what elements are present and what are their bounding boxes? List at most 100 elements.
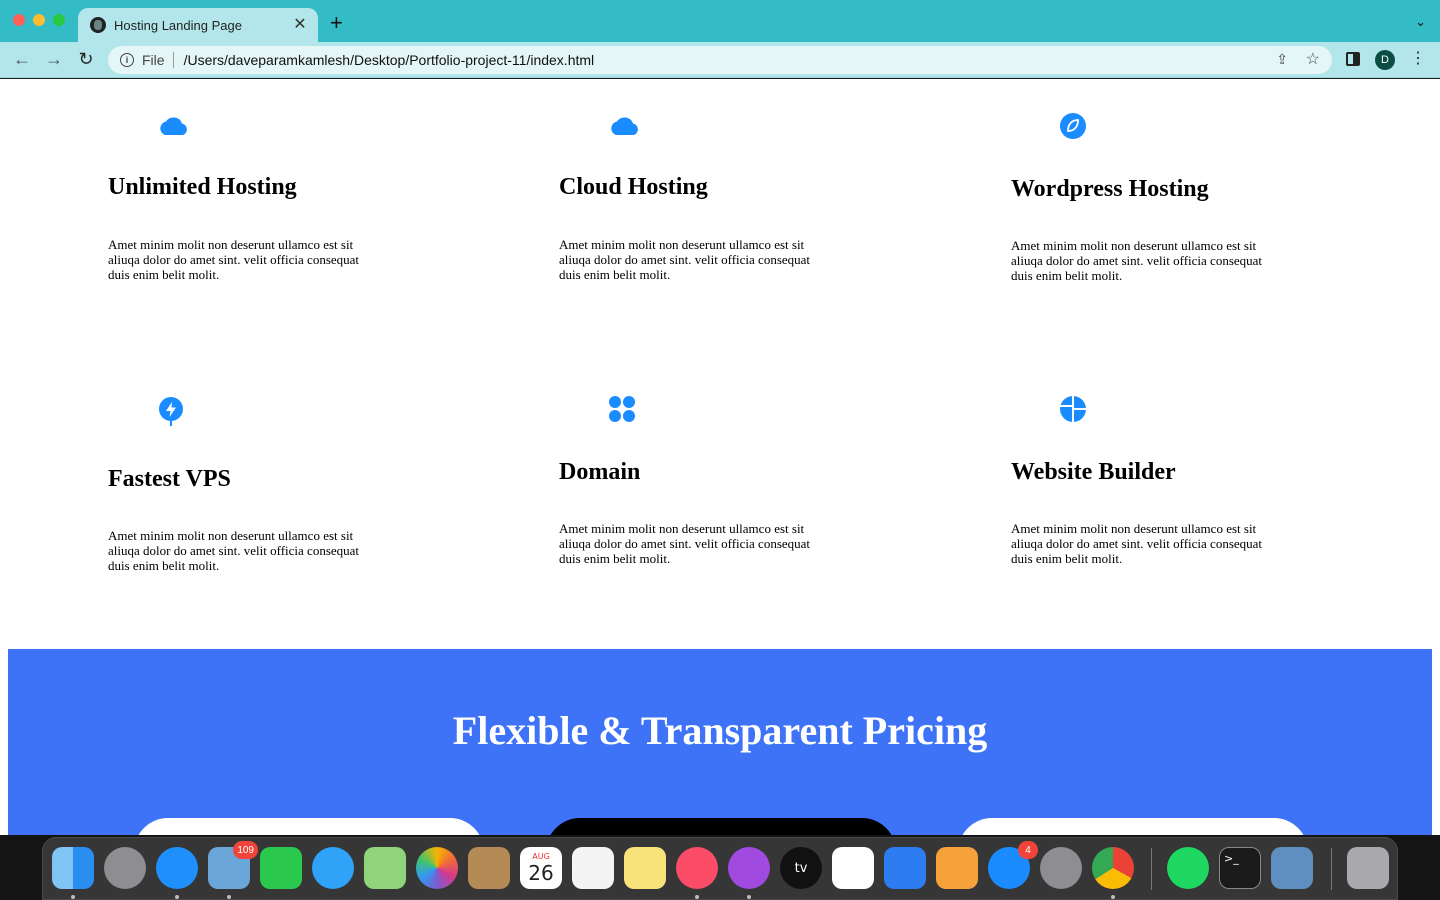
- apple-tv-icon[interactable]: tv: [780, 847, 822, 889]
- feature-card-domain: Domain: [559, 459, 839, 486]
- feature-description: Amet minim molit non deserunt ullamco es…: [559, 521, 811, 566]
- pricing-section: Flexible & Transparent Pricing: [8, 649, 1432, 835]
- contacts-icon[interactable]: [468, 847, 510, 889]
- running-indicator: [695, 895, 699, 899]
- podcasts-icon[interactable]: [728, 847, 770, 889]
- back-button[interactable]: ←: [10, 48, 34, 70]
- feature-title: Website Builder: [1011, 459, 1176, 485]
- bolt-pin-icon: [159, 397, 183, 426]
- bookmark-star-icon[interactable]: ☆: [1306, 49, 1320, 69]
- feature-description: Amet minim molit non deserunt ullamco es…: [108, 528, 360, 573]
- dock-separator: [1331, 848, 1332, 890]
- system-preferences-icon[interactable]: [1040, 847, 1082, 889]
- globe-icon: [90, 17, 106, 33]
- feature-description-wrap: Amet minim molit non deserunt ullamco es…: [559, 237, 839, 282]
- cloud-icon: [611, 117, 638, 135]
- feature-description: Amet minim molit non deserunt ullamco es…: [1011, 521, 1263, 566]
- launchpad-icon[interactable]: [104, 847, 146, 889]
- terminal-prompt: >_: [1224, 852, 1239, 865]
- feature-card-wordpress-hosting: Wordpress Hosting: [1011, 176, 1291, 203]
- finder-icon[interactable]: [52, 847, 94, 889]
- feature-description-wrap: Amet minim molit non deserunt ullamco es…: [1011, 238, 1291, 283]
- numbers-icon[interactable]: [832, 847, 874, 889]
- pages-icon[interactable]: [936, 847, 978, 889]
- feature-title: Cloud Hosting: [559, 174, 708, 200]
- running-indicator: [227, 895, 231, 899]
- keynote-icon[interactable]: [884, 847, 926, 889]
- cloud-icon: [160, 117, 187, 135]
- reload-button[interactable]: ↻: [74, 48, 98, 70]
- leaf-icon: [1060, 113, 1086, 139]
- url-text[interactable]: /Users/daveparamkamlesh/Desktop/Portfoli…: [184, 52, 595, 68]
- browser-toolbar: ← → ↻ i File /Users/daveparamkamlesh/Des…: [0, 42, 1440, 78]
- feature-description-wrap: Amet minim molit non deserunt ullamco es…: [108, 237, 388, 282]
- feature-card-website-builder: Website Builder: [1011, 459, 1291, 486]
- url-divider: [172, 52, 174, 68]
- calendar-day: 26: [528, 861, 554, 885]
- feature-title: Domain: [559, 459, 641, 485]
- feature-description-wrap: Amet minim molit non deserunt ullamco es…: [108, 528, 388, 573]
- spotify-icon[interactable]: [1167, 847, 1209, 889]
- feature-title: Fastest VPS: [108, 466, 231, 492]
- running-indicator: [175, 895, 179, 899]
- new-tab-button[interactable]: +: [330, 12, 343, 34]
- reminders-icon[interactable]: [572, 847, 614, 889]
- feature-description: Amet minim molit non deserunt ullamco es…: [108, 237, 360, 282]
- pricing-card-right: [958, 818, 1308, 835]
- terminal-icon[interactable]: >_: [1219, 847, 1261, 889]
- app-store-icon[interactable]: 4: [988, 841, 1038, 889]
- pricing-title: Flexible & Transparent Pricing: [452, 708, 988, 753]
- browser-menu-icon[interactable]: ⋮: [1408, 49, 1428, 69]
- notes-icon[interactable]: [624, 847, 666, 889]
- trash-icon[interactable]: [1347, 847, 1389, 889]
- share-icon[interactable]: ⇪: [1276, 51, 1288, 68]
- feature-card-unlimited-hosting: Unlimited Hosting: [108, 174, 388, 201]
- grid-dots-icon: [609, 396, 635, 422]
- window-minimize-button[interactable]: [33, 14, 45, 26]
- feature-card-cloud-hosting: Cloud Hosting: [559, 174, 839, 201]
- forward-button[interactable]: →: [42, 48, 66, 70]
- info-icon[interactable]: i: [120, 53, 134, 67]
- pricing-card-featured: [546, 818, 896, 835]
- feature-description: Amet minim molit non deserunt ullamco es…: [1011, 238, 1263, 283]
- tab-title: Hosting Landing Page: [114, 17, 242, 33]
- feature-description: Amet minim molit non deserunt ullamco es…: [559, 237, 811, 282]
- window-zoom-button[interactable]: [53, 14, 65, 26]
- running-indicator: [71, 895, 75, 899]
- feature-title: Wordpress Hosting: [1011, 176, 1209, 202]
- messages-icon[interactable]: [312, 847, 354, 889]
- running-indicator: [1111, 895, 1115, 899]
- tab-close-icon[interactable]: ✕: [292, 17, 308, 33]
- tab-search-chevron-icon[interactable]: ⌄: [1415, 14, 1426, 30]
- preview-icon[interactable]: [1271, 847, 1313, 889]
- browser-tab-bar: Hosting Landing Page ✕ + ⌄: [0, 0, 1440, 42]
- maps-icon[interactable]: [364, 847, 406, 889]
- facetime-icon[interactable]: [260, 847, 302, 889]
- tv-label: tv: [794, 860, 808, 876]
- pie-icon: [1060, 396, 1086, 422]
- running-indicator: [747, 895, 751, 899]
- desktop-bottom: 109 AUG 26 tv 4 >_: [0, 835, 1440, 900]
- feature-description-wrap: Amet minim molit non deserunt ullamco es…: [559, 521, 839, 566]
- address-bar[interactable]: i File /Users/daveparamkamlesh/Desktop/P…: [108, 46, 1332, 74]
- feature-description-wrap: Amet minim molit non deserunt ullamco es…: [1011, 521, 1291, 566]
- page-viewport: Unlimited Hosting Amet minim molit non d…: [0, 79, 1440, 835]
- calendar-icon[interactable]: AUG 26: [520, 847, 562, 889]
- dock-separator: [1151, 848, 1152, 890]
- dock: 109 AUG 26 tv 4 >_: [42, 837, 1398, 900]
- pricing-card-left: [134, 818, 484, 835]
- photos-icon[interactable]: [416, 847, 458, 889]
- window-close-button[interactable]: [13, 14, 25, 26]
- music-icon[interactable]: [676, 847, 718, 889]
- browser-tab-active[interactable]: Hosting Landing Page ✕: [78, 8, 318, 42]
- safari-icon[interactable]: [156, 847, 198, 889]
- chrome-icon[interactable]: [1092, 847, 1134, 889]
- mail-badge: 109: [233, 841, 258, 859]
- mail-icon[interactable]: 109: [208, 841, 258, 889]
- app-store-badge: 4: [1018, 841, 1038, 859]
- url-scheme-label: File: [142, 52, 165, 68]
- feature-card-fastest-vps: Fastest VPS: [108, 466, 388, 493]
- profile-avatar[interactable]: D: [1375, 50, 1395, 70]
- side-panel-icon[interactable]: [1346, 52, 1360, 66]
- feature-title: Unlimited Hosting: [108, 174, 297, 200]
